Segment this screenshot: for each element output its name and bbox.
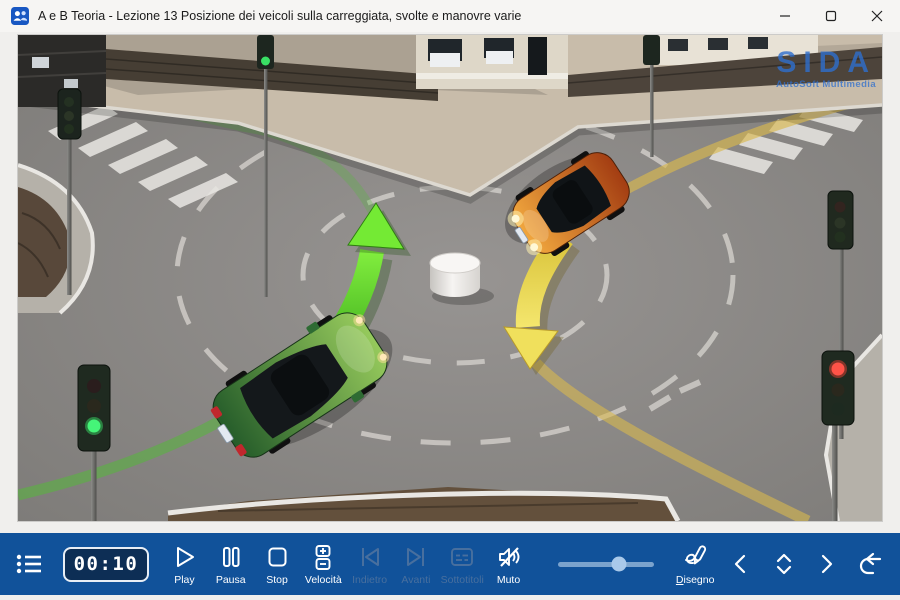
- previous-slide-button[interactable]: [720, 536, 762, 592]
- return-button[interactable]: [848, 536, 890, 592]
- window-controls: [762, 0, 900, 32]
- app-window: A e B Teoria - Lezione 13 Posizione dei …: [0, 0, 900, 600]
- mute-icon: [494, 542, 524, 572]
- skip-back-button[interactable]: Indietro: [346, 536, 392, 592]
- list-icon: [13, 548, 45, 580]
- window-bottom-edge: [0, 595, 900, 600]
- stop-label: Stop: [266, 575, 288, 586]
- skip-forward-icon: [401, 542, 431, 572]
- player-toolbar: 00:10 Play Pausa Stop: [0, 533, 900, 595]
- play-label: Play: [174, 575, 194, 586]
- minimize-button[interactable]: [762, 0, 808, 32]
- maximize-icon: [825, 10, 837, 22]
- maximize-button[interactable]: [808, 0, 854, 32]
- window-title: A e B Teoria - Lezione 13 Posizione dei …: [38, 9, 521, 23]
- chevrons-up-down-icon: [770, 550, 798, 578]
- lesson-timer-display: 00:10: [63, 547, 150, 582]
- subtitles-button[interactable]: Sottotitoli: [439, 536, 485, 592]
- chevron-left-icon: [728, 551, 754, 577]
- draw-label: Disegno: [676, 575, 715, 586]
- next-slide-button[interactable]: [805, 536, 847, 592]
- volume-slider[interactable]: [558, 536, 654, 592]
- close-icon: [871, 10, 883, 22]
- minimize-icon: [779, 10, 791, 22]
- speed-button[interactable]: Velocità: [300, 536, 346, 592]
- play-button[interactable]: Play: [161, 536, 207, 592]
- pause-label: Pausa: [216, 575, 246, 586]
- pause-icon: [216, 542, 246, 572]
- slider-track[interactable]: [558, 562, 654, 567]
- draw-button[interactable]: Disegno: [670, 536, 720, 592]
- chevron-right-icon: [813, 551, 839, 577]
- slider-thumb[interactable]: [612, 557, 627, 572]
- lesson-list-button[interactable]: [10, 536, 49, 592]
- roundabout-illustration: [18, 35, 882, 521]
- app-icon: [11, 7, 29, 25]
- expand-collapse-button[interactable]: [763, 536, 805, 592]
- return-arrow-icon: [854, 549, 884, 579]
- skip-back-label: Indietro: [352, 575, 387, 586]
- stop-button[interactable]: Stop: [254, 536, 300, 592]
- play-icon: [169, 542, 199, 572]
- skip-back-icon: [355, 542, 385, 572]
- subtitles-label: Sottotitoli: [441, 575, 484, 586]
- subtitles-icon: [447, 542, 477, 572]
- speed-plus-minus-icon: [308, 542, 338, 572]
- mute-button[interactable]: Muto: [485, 536, 531, 592]
- lesson-video-scene: SIDA AutoSoft Multimedia: [18, 35, 882, 521]
- skip-forward-label: Avanti: [401, 575, 430, 586]
- skip-forward-button[interactable]: Avanti: [393, 536, 439, 592]
- stop-icon: [262, 542, 292, 572]
- mute-label: Muto: [497, 575, 520, 586]
- pause-button[interactable]: Pausa: [208, 536, 254, 592]
- close-button[interactable]: [854, 0, 900, 32]
- speed-label: Velocità: [305, 575, 342, 586]
- pen-draw-icon: [680, 542, 710, 572]
- title-bar: A e B Teoria - Lezione 13 Posizione dei …: [0, 0, 900, 32]
